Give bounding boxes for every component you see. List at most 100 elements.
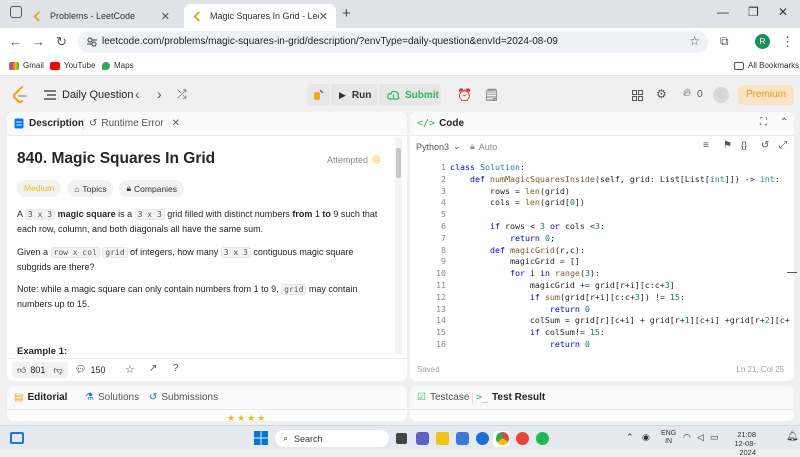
close-tab-icon[interactable]: ✕ xyxy=(161,10,170,23)
bottom-left-panel: ▤ Editorial ⚗ Solutions ↺ Submissions ★★… xyxy=(7,386,407,421)
shuffle-icon[interactable]: ⤮ xyxy=(177,87,187,102)
language-indicator[interactable]: ENG IN xyxy=(661,430,676,446)
spotify-icon[interactable] xyxy=(536,432,549,445)
run-button[interactable]: ▶ Run xyxy=(331,84,377,106)
file-explorer-icon[interactable] xyxy=(436,432,449,445)
menu-icon[interactable]: ⋮ xyxy=(781,34,794,50)
prev-problem-icon[interactable]: ‹ xyxy=(135,86,140,102)
inline-code: grid xyxy=(102,247,128,258)
chevron-up-icon[interactable]: ⌃ xyxy=(626,432,634,443)
line-number: 9 xyxy=(441,256,446,267)
thumb-down-icon[interactable]: 👎︎ xyxy=(53,365,62,376)
collapse-icon[interactable]: ⌃ xyxy=(780,117,788,128)
code-editor[interactable]: 1 class Solution: 2 def numMagicSquaresIn… xyxy=(410,162,790,352)
submit-button[interactable]: Submit xyxy=(379,84,441,106)
wifi-icon[interactable]: ◠ xyxy=(683,432,691,443)
upload-cloud-icon xyxy=(387,90,400,100)
tab-description[interactable]: Description xyxy=(14,118,84,129)
notification-bell-icon[interactable]: 🔔︎ xyxy=(786,431,799,442)
tab-solutions[interactable]: ⚗ Solutions xyxy=(85,392,139,403)
code-text: return 0 xyxy=(549,303,590,314)
tab-label: Test Result xyxy=(492,392,546,403)
reset-icon[interactable]: ↺ xyxy=(761,140,769,151)
gear-icon[interactable]: ⚙ xyxy=(656,87,667,101)
minimize-icon[interactable]: — xyxy=(717,5,729,19)
bookmark-icon[interactable]: ⚑ xyxy=(723,140,732,151)
tab-search-icon[interactable] xyxy=(10,6,22,18)
list-icon[interactable] xyxy=(44,90,56,100)
app-icon[interactable] xyxy=(516,432,529,445)
daily-question-link[interactable]: Daily Question xyxy=(62,89,134,101)
store-icon[interactable] xyxy=(456,432,469,445)
companies-tag[interactable]: 🔒︎ Companies xyxy=(119,180,184,197)
help-icon[interactable]: ? xyxy=(173,363,179,374)
attempted-icon: ◎ xyxy=(372,154,381,165)
forward-icon[interactable]: → xyxy=(32,34,45,49)
close-tab-icon[interactable]: ✕ xyxy=(319,10,328,23)
browser-tab-problems[interactable]: Problems - LeetCode ✕ xyxy=(24,4,178,28)
thumb-up-icon[interactable]: 👍︎ xyxy=(17,365,26,376)
star-icon[interactable]: ☆ xyxy=(125,363,135,376)
taskbar-search[interactable]: ⌕ Search xyxy=(275,430,389,447)
comments-button[interactable]: 💬︎ 150 xyxy=(75,364,105,375)
tab-testcase[interactable]: ☑ Testcase xyxy=(417,392,469,403)
edge-icon[interactable] xyxy=(476,432,489,445)
attempted-status: Attempted ◎ xyxy=(327,154,381,165)
tab-submissions[interactable]: ↺ Submissions xyxy=(149,392,218,403)
extensions-icon[interactable]: ⧉ xyxy=(720,34,729,49)
bookmark-gmail[interactable]: Gmail xyxy=(9,61,44,70)
fullscreen-icon[interactable]: ⤢ xyxy=(779,140,787,151)
back-icon[interactable]: ← xyxy=(9,34,22,49)
tab-runtime-error[interactable]: ↺ Runtime Error ✕ xyxy=(89,118,180,129)
timer-icon[interactable]: ⏰ xyxy=(457,84,472,106)
fire-icon[interactable]: 🔥︎ xyxy=(683,87,691,100)
close-tab-icon[interactable]: ✕ xyxy=(172,118,180,129)
format-icon[interactable]: ≡ xyxy=(703,140,709,151)
braces-icon[interactable]: {} xyxy=(741,140,747,150)
omnibox[interactable]: leetcode.com/problems/magic-squares-in-g… xyxy=(78,31,708,53)
note-icon[interactable]: 🗒 xyxy=(484,84,499,106)
language-select[interactable]: Python3 ⌄ xyxy=(416,141,461,152)
windows-start-icon[interactable] xyxy=(254,431,268,445)
tab-test-result[interactable]: >_ Test Result xyxy=(476,392,545,403)
task-view-icon[interactable] xyxy=(396,433,407,444)
maximize-icon[interactable]: ⛶ xyxy=(760,117,767,128)
share-icon[interactable]: ↗ xyxy=(149,363,157,374)
topics-tag[interactable]: ⌂ Topics xyxy=(67,180,114,197)
battery-icon[interactable]: ▭ xyxy=(710,432,719,443)
new-tab-icon[interactable]: + xyxy=(342,5,351,22)
browser-tab-magic-squares[interactable]: Magic Squares In Grid - LeetCode ✕ xyxy=(184,4,336,28)
bold-text: to xyxy=(322,209,331,219)
restore-icon[interactable]: ❐ xyxy=(748,5,759,19)
site-info-icon[interactable] xyxy=(86,36,98,48)
bookmark-maps[interactable]: Maps xyxy=(102,61,134,70)
bookmark-youtube[interactable]: YouTube xyxy=(50,61,95,70)
user-avatar-icon[interactable] xyxy=(713,87,729,103)
splitter-handle[interactable] xyxy=(787,272,797,273)
premium-button[interactable]: Premium xyxy=(738,85,794,105)
folder-icon xyxy=(734,61,744,70)
tray-app-icon[interactable]: ◉ xyxy=(642,432,650,443)
testcase-panel: ☑ Testcase >_ Test Result xyxy=(410,386,794,421)
debug-button[interactable] xyxy=(307,84,329,106)
clock[interactable]: 21:08 12-08-2024 xyxy=(726,430,756,457)
auto-mode[interactable]: 🔒︎ Auto xyxy=(470,141,497,152)
scrollbar-thumb[interactable] xyxy=(396,148,401,178)
profile-avatar[interactable]: R xyxy=(755,34,770,49)
layout-icon[interactable] xyxy=(632,90,643,101)
code-tab[interactable]: </> Code xyxy=(417,118,464,129)
all-bookmarks[interactable]: All Bookmarks xyxy=(734,61,799,70)
code-panel: </> Code ⛶ ⌃ Python3 ⌄ 🔒︎ Auto ≡ ⚑ {} ↺ … xyxy=(410,112,794,381)
bookmark-star-icon[interactable]: ☆ xyxy=(689,34,700,48)
reload-icon[interactable]: ↻ xyxy=(56,34,67,50)
close-window-icon[interactable]: ✕ xyxy=(778,5,788,19)
widgets-icon[interactable] xyxy=(10,432,24,444)
leetcode-logo-icon[interactable] xyxy=(12,86,28,104)
teams-icon[interactable] xyxy=(416,432,429,445)
chrome-icon[interactable] xyxy=(496,432,509,445)
volume-icon[interactable]: ◁ xyxy=(697,432,704,443)
description-scrollbar[interactable] xyxy=(395,138,402,354)
next-problem-icon[interactable]: › xyxy=(157,86,162,102)
description-action-bar: 👍︎ 801 👎︎ 💬︎ 150 ☆ ↗ ? xyxy=(7,358,407,381)
tab-editorial[interactable]: ▤ Editorial xyxy=(14,392,67,403)
